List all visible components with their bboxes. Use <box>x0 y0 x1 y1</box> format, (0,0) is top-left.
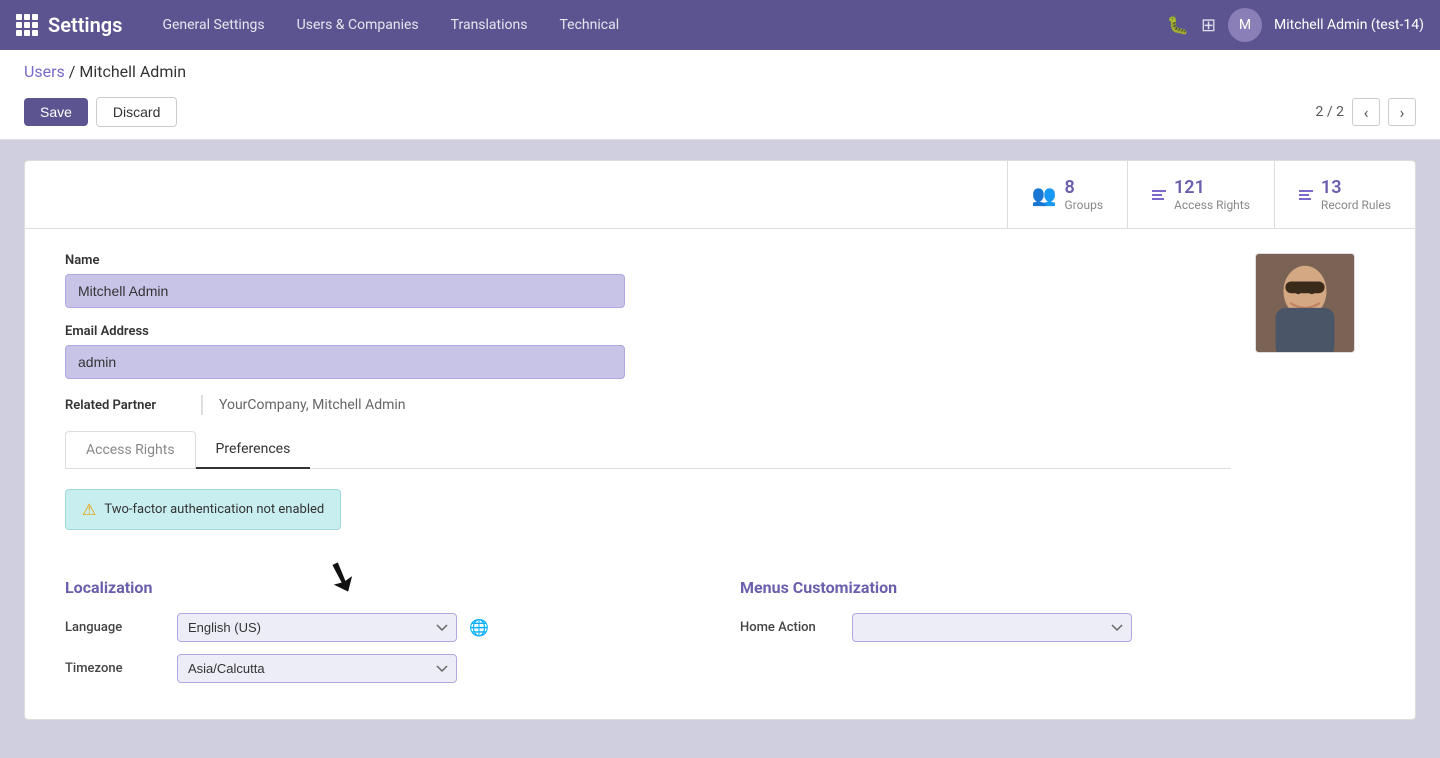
warning-banner: ⚠ Two-factor authentication not enabled <box>65 489 341 530</box>
nav-technical[interactable]: Technical <box>543 0 635 50</box>
menus-section: Menus Customization Home Action <box>740 578 1375 695</box>
stat-groups[interactable]: 👥 8 Groups <box>1007 161 1127 228</box>
pagination: 2 / 2 ‹ › <box>1316 98 1416 126</box>
form-card: 👥 8 Groups 121 Access Rights <box>24 160 1416 720</box>
apps-icon[interactable]: ⊞ <box>1201 15 1216 36</box>
save-button[interactable]: Save <box>24 98 88 126</box>
globe-icon[interactable]: 🌐 <box>469 618 489 637</box>
stats-bar: 👥 8 Groups 121 Access Rights <box>25 161 1415 229</box>
nav-right: 🐛 ⊞ M Mitchell Admin (test-14) <box>1167 8 1424 42</box>
user-name-label[interactable]: Mitchell Admin (test-14) <box>1274 17 1424 33</box>
prev-page-button[interactable]: ‹ <box>1352 98 1380 126</box>
language-label: Language <box>65 620 165 635</box>
groups-count: 8 <box>1065 177 1104 198</box>
localization-section: Localization Language English (US) Frenc… <box>65 578 700 695</box>
groups-label: Groups <box>1065 198 1104 212</box>
action-bar: Save Discard 2 / 2 ‹ › <box>24 89 1416 139</box>
access-rights-label: Access Rights <box>1174 198 1250 212</box>
nav-translations[interactable]: Translations <box>435 0 544 50</box>
timezone-field-row: Timezone Asia/Calcutta UTC America/New_Y… <box>65 654 700 683</box>
partner-label: Related Partner <box>65 398 185 413</box>
avatar-placeholder <box>1256 254 1354 352</box>
discard-button[interactable]: Discard <box>96 97 177 127</box>
breadcrumb-current: Mitchell Admin <box>79 62 186 81</box>
app-logo[interactable]: Settings <box>16 13 122 37</box>
email-label: Email Address <box>65 324 1231 339</box>
user-avatar-nav[interactable]: M <box>1228 8 1262 42</box>
partner-value: YourCompany, Mitchell Admin <box>219 397 406 413</box>
record-rules-count: 13 <box>1321 177 1391 198</box>
next-page-button[interactable]: › <box>1388 98 1416 126</box>
form-body: Name Email Address Related Partner YourC… <box>25 229 1415 578</box>
breadcrumb: Users / Mitchell Admin <box>24 62 1416 81</box>
email-field-group: Email Address <box>65 324 1231 395</box>
nav-general-settings[interactable]: General Settings <box>146 0 280 50</box>
record-rules-icon <box>1299 190 1313 200</box>
email-input[interactable] <box>65 345 625 379</box>
home-action-field-row: Home Action <box>740 613 1375 642</box>
timezone-label: Timezone <box>65 661 165 676</box>
stat-record-rules[interactable]: 13 Record Rules <box>1274 161 1415 228</box>
name-field-group: Name <box>65 253 1231 324</box>
tab-preferences[interactable]: Preferences <box>196 431 311 469</box>
app-title: Settings <box>48 13 122 37</box>
home-action-select[interactable] <box>852 613 1132 642</box>
partner-field-row: Related Partner YourCompany, Mitchell Ad… <box>65 395 1231 415</box>
language-field-row: Language English (US) French German Span… <box>65 613 700 642</box>
localization-heading: Localization <box>65 578 700 597</box>
warning-text: Two-factor authentication not enabled <box>104 502 324 517</box>
access-rights-icon <box>1152 190 1166 200</box>
access-rights-count: 121 <box>1174 177 1250 198</box>
nav-links: General Settings Users & Companies Trans… <box>146 0 1166 50</box>
lower-section: Localization Language English (US) Frenc… <box>25 578 1415 719</box>
grid-icon <box>16 14 38 36</box>
tab-access-rights[interactable]: Access Rights <box>65 431 196 468</box>
partner-separator <box>201 395 203 415</box>
form-left: Name Email Address Related Partner YourC… <box>65 253 1231 554</box>
top-navigation: Settings General Settings Users & Compan… <box>0 0 1440 50</box>
record-rules-label: Record Rules <box>1321 198 1391 212</box>
warning-icon: ⚠ <box>82 500 96 519</box>
breadcrumb-bar: Users / Mitchell Admin Save Discard 2 / … <box>0 50 1440 140</box>
language-select[interactable]: English (US) French German Spanish <box>177 613 457 642</box>
debug-icon[interactable]: 🐛 <box>1167 15 1189 36</box>
pagination-text: 2 / 2 <box>1316 104 1344 120</box>
name-input[interactable] <box>65 274 625 308</box>
nav-users-companies[interactable]: Users & Companies <box>281 0 435 50</box>
breadcrumb-parent[interactable]: Users <box>24 62 65 81</box>
user-avatar[interactable] <box>1255 253 1355 353</box>
name-label: Name <box>65 253 1231 268</box>
timezone-select[interactable]: Asia/Calcutta UTC America/New_York Europ… <box>177 654 457 683</box>
groups-icon: 👥 <box>1032 183 1057 207</box>
form-tabs: Access Rights Preferences <box>65 431 1231 469</box>
stat-access-rights[interactable]: 121 Access Rights <box>1127 161 1274 228</box>
menus-heading: Menus Customization <box>740 578 1375 597</box>
home-action-label: Home Action <box>740 620 840 635</box>
breadcrumb-separator: / <box>69 62 80 81</box>
main-content: 👥 8 Groups 121 Access Rights <box>0 140 1440 740</box>
form-right <box>1255 253 1375 554</box>
